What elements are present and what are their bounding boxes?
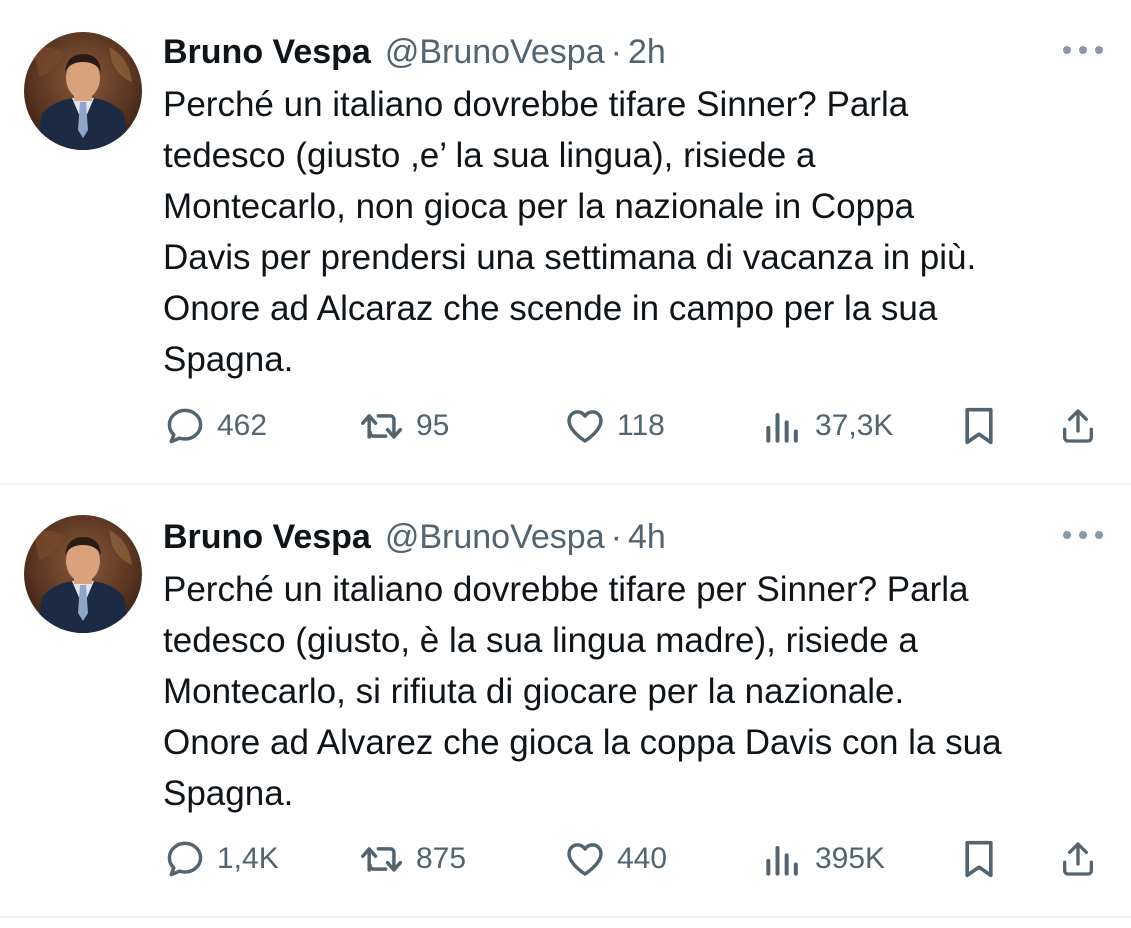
like-count: 440 — [617, 842, 668, 875]
heart-icon — [567, 410, 603, 443]
reply-count: 1,4K — [217, 842, 279, 875]
retweet-count: 95 — [416, 409, 450, 442]
separator-dot: · — [610, 518, 622, 556]
tweet-actions: 1,4K 875 440 395K — [163, 835, 1103, 883]
tweet-text-line: Onore ad Alcaraz che scende in campo per… — [163, 289, 938, 328]
tweet-text-line: Perché un italiano dovrebbe tifare Sinne… — [163, 85, 909, 124]
author-handle[interactable]: @BrunoVespa — [385, 515, 605, 559]
views-icon — [766, 845, 798, 876]
bookmark-button[interactable] — [959, 835, 999, 883]
tweet-text-line: Montecarlo, non gioca per la nazionale i… — [163, 187, 915, 226]
tweet-text-line: Davis per prendersi una settimana di vac… — [163, 238, 977, 277]
views-count: 395K — [815, 842, 886, 875]
tweet-text-line: Onore ad Alvarez che gioca la coppa Davi… — [163, 723, 1002, 762]
heart-icon — [567, 843, 603, 876]
tweet-text-line: Montecarlo, si rifiuta di giocare per la… — [163, 672, 905, 711]
tweet-text-line: Spagna. — [163, 774, 294, 813]
share-button[interactable] — [1058, 402, 1098, 450]
tweet[interactable]: Bruno Vespa @BrunoVespa · 4h Perché un i… — [0, 485, 1131, 919]
timestamp[interactable]: 4h — [628, 515, 666, 559]
separator-dot: · — [610, 33, 622, 71]
tweet-text-line: Spagna. — [163, 340, 294, 379]
views-button[interactable]: 37,3K — [761, 402, 893, 450]
views-button[interactable]: 395K — [761, 835, 885, 883]
reply-button[interactable]: 1,4K — [163, 835, 279, 883]
tweet[interactable]: Bruno Vespa @BrunoVespa · 2h Perché un i… — [0, 0, 1131, 483]
tweet-header: Bruno Vespa @BrunoVespa · 4h — [163, 515, 666, 559]
avatar[interactable] — [24, 32, 142, 150]
author-name[interactable]: Bruno Vespa — [163, 30, 371, 74]
tweet-divider — [0, 916, 1131, 918]
avatar[interactable] — [24, 515, 142, 633]
like-count: 118 — [617, 409, 665, 442]
tweet-actions: 462 95 118 37,3K — [163, 402, 1103, 450]
avatar-photo — [24, 32, 142, 150]
more-options-button[interactable] — [1063, 44, 1103, 56]
avatar-photo — [24, 515, 142, 633]
reply-count: 462 — [217, 409, 268, 442]
bookmark-icon — [965, 840, 993, 878]
like-button[interactable]: 118 — [563, 402, 665, 450]
views-icon — [766, 412, 798, 443]
more-options-button[interactable] — [1063, 529, 1103, 541]
more-horizontal-icon — [1063, 531, 1071, 539]
share-button[interactable] — [1058, 835, 1098, 883]
tweet-text-line: tedesco (giusto, è la sua lingua madre),… — [163, 621, 918, 660]
retweet-icon — [361, 847, 403, 872]
author-handle[interactable]: @BrunoVespa — [385, 30, 605, 74]
share-icon — [1063, 842, 1093, 876]
retweet-icon — [361, 414, 403, 439]
tweet-header: Bruno Vespa @BrunoVespa · 2h — [163, 30, 666, 74]
timestamp[interactable]: 2h — [628, 30, 666, 74]
tweet-text-line: Perché un italiano dovrebbe tifare per S… — [163, 570, 969, 609]
reply-icon — [167, 408, 203, 444]
tweet-text: Perché un italiano dovrebbe tifare Sinne… — [163, 79, 1113, 385]
retweet-count: 875 — [416, 842, 467, 875]
bookmark-button[interactable] — [959, 402, 999, 450]
like-button[interactable]: 440 — [563, 835, 667, 883]
reply-icon — [167, 841, 203, 877]
tweet-feed: Bruno Vespa @BrunoVespa · 2h Perché un i… — [0, 0, 1131, 928]
reply-button[interactable]: 462 — [163, 402, 267, 450]
author-name[interactable]: Bruno Vespa — [163, 515, 371, 559]
more-horizontal-icon — [1063, 46, 1071, 54]
retweet-button[interactable]: 875 — [358, 835, 466, 883]
share-icon — [1063, 409, 1093, 443]
tweet-text: Perché un italiano dovrebbe tifare per S… — [163, 564, 1113, 819]
retweet-button[interactable]: 95 — [358, 402, 449, 450]
tweet-text-line: tedesco (giusto ,e’ la sua lingua), risi… — [163, 136, 816, 175]
bookmark-icon — [965, 407, 993, 445]
views-count: 37,3K — [815, 409, 894, 442]
